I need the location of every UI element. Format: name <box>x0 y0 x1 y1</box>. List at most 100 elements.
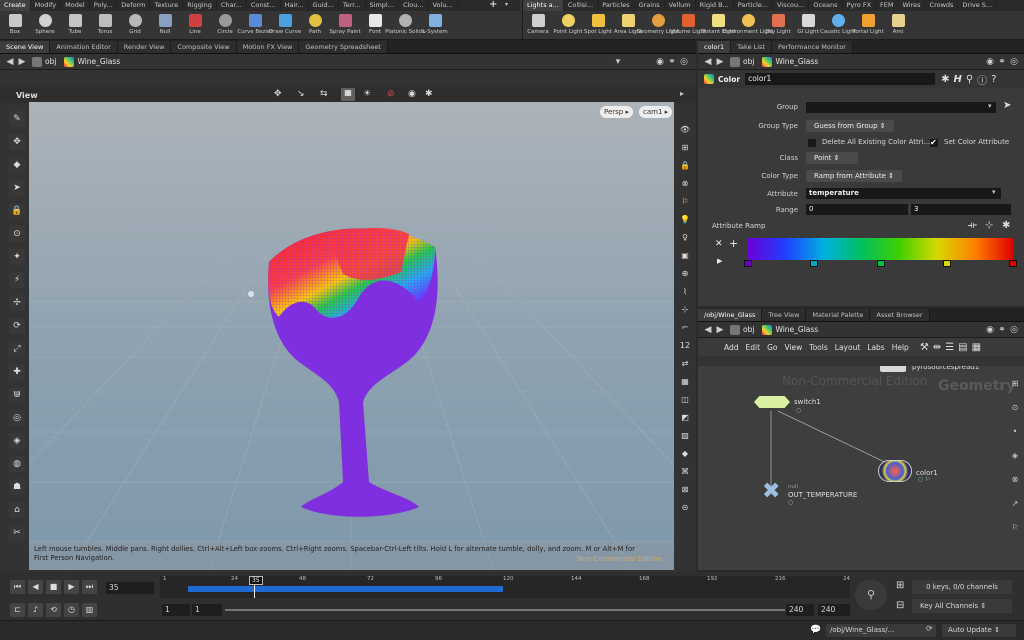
current-frame-field[interactable]: 35 <box>106 582 154 594</box>
shelf-tab-10[interactable]: Guid... <box>309 0 339 11</box>
ramp-add-key-icon[interactable]: + <box>729 237 738 250</box>
key-all-channels-menu[interactable]: Key All Channels ⇕ <box>912 599 1012 613</box>
globe-icon[interactable]: ◍ <box>9 456 25 472</box>
group-field[interactable] <box>806 102 996 113</box>
shelf-tool-environment-light[interactable]: Environment Light <box>723 11 773 40</box>
shape-icon[interactable]: ◆ <box>678 447 692 461</box>
camera-menu[interactable]: cam1 ▸ <box>639 106 673 118</box>
network-menu-tools[interactable]: Tools <box>809 343 827 352</box>
net-tag-icon[interactable]: ⚐ <box>1009 522 1021 534</box>
shelf-menu-chevron-icon[interactable]: ▾ <box>505 1 515 11</box>
shelf-tool-gi-light[interactable]: GI Light <box>793 11 823 40</box>
range-end-field[interactable]: 240 <box>786 604 814 616</box>
end-frame-field[interactable]: 240 <box>818 604 850 616</box>
shelf-tab-13[interactable]: Drive S... <box>958 0 998 11</box>
add-shelf-tab-icon[interactable]: + <box>489 0 499 11</box>
light-toggle-icon[interactable]: ⚐ <box>678 195 692 209</box>
clip-icon[interactable]: ✂ <box>9 525 25 541</box>
delete-color-attrib-checkbox[interactable] <box>808 139 816 147</box>
node-gear-icon[interactable]: ✱ <box>941 74 949 85</box>
split-icon[interactable]: ⊠ <box>678 483 692 497</box>
box-display-icon[interactable]: ▣ <box>678 249 692 263</box>
pane-tab-4[interactable]: Motion FX View <box>236 41 300 53</box>
network-menu-layout[interactable]: Layout <box>835 343 861 352</box>
play-reverse-icon[interactable]: ◀ <box>28 580 43 594</box>
snap-icon[interactable]: ↘ <box>297 89 305 99</box>
stop-icon[interactable]: ■ <box>46 580 61 594</box>
shelf-tab-3[interactable]: Grains <box>635 0 665 11</box>
knot-icon[interactable]: ⌘ <box>678 465 692 479</box>
shelf-tool-sky-light[interactable]: Sky Light <box>763 11 793 40</box>
network-menu-view[interactable]: View <box>784 343 802 352</box>
class-menu[interactable]: Point ⇕ <box>806 152 858 164</box>
shelf-tab-9[interactable]: Hair... <box>281 0 309 11</box>
param-pin-icon[interactable]: ◉ <box>984 56 996 68</box>
jump-start-icon[interactable]: ⏮ <box>10 580 25 594</box>
keys-channel-icon[interactable]: ⊞ <box>896 580 904 591</box>
pane-tab-3[interactable]: Composite View <box>171 41 237 53</box>
cube-display-icon[interactable]: ◩ <box>678 411 692 425</box>
pane-tab-2[interactable]: Material Palette <box>806 309 871 321</box>
3d-viewport[interactable]: Persp ▸ cam1 ▸ Left mouse tumbles. Middl… <box>29 102 674 570</box>
network-link-icon[interactable]: ⚭ <box>996 324 1008 336</box>
network-menu-labs[interactable]: Labs <box>867 343 884 352</box>
link-icon[interactable]: ⚭ <box>666 56 678 68</box>
path-dropdown-icon[interactable]: ▾ <box>612 56 624 68</box>
net-grid-icon[interactable]: ⊞ <box>1009 378 1021 390</box>
network-forward-arrow-icon[interactable]: ▶ <box>714 324 726 336</box>
color-ramp[interactable] <box>748 238 1013 260</box>
pin-icon[interactable]: ◉ <box>654 56 666 68</box>
shelf-tab-11[interactable]: Wires <box>899 0 926 11</box>
shelf-tool-path[interactable]: Path <box>300 11 330 40</box>
camera-tool-icon[interactable]: ⊙ <box>9 226 25 242</box>
shelf-tab-6[interactable]: Particle... <box>734 0 773 11</box>
rotate-icon[interactable]: ⟳ <box>9 318 25 334</box>
shelf-tool-platonic-solids[interactable]: Platonic Solids <box>385 11 425 40</box>
pointer-icon[interactable]: ➤ <box>9 180 25 196</box>
shelf-tab-2[interactable]: Particles <box>598 0 635 11</box>
primitive-icon[interactable]: ◈ <box>9 433 25 449</box>
auto-update-menu[interactable]: Auto Update ⇕ <box>942 624 1016 637</box>
brush-icon[interactable]: ✦ <box>9 249 25 265</box>
param-options-icon[interactable]: ◎ <box>1008 56 1020 68</box>
ramp-remove-key-icon[interactable]: ✕ <box>715 239 723 249</box>
real-time-icon[interactable]: ⊏ <box>10 603 25 617</box>
timeline-scrubber[interactable]: 1 24 48 72 96 120 144 168 192 216 24 35 <box>160 576 850 598</box>
corner-icon[interactable]: ◫ <box>678 393 692 407</box>
ramp-settings-icon[interactable]: ✱ <box>1002 220 1010 231</box>
shelf-tool-null[interactable]: Null <box>150 11 180 40</box>
shelf-tool-curve-bezier[interactable]: Curve Bezier <box>237 11 273 40</box>
camera-select-icon[interactable]: ✥ <box>274 89 282 99</box>
param-crumb-obj[interactable]: obj <box>726 56 758 67</box>
ramp-key-2[interactable] <box>876 260 885 267</box>
net-lock-icon[interactable]: ⊙ <box>1009 402 1021 414</box>
status-chat-icon[interactable]: 💬 <box>810 625 821 635</box>
back-arrow-icon[interactable]: ◀ <box>4 56 16 68</box>
no-render-icon[interactable]: ⊘ <box>387 89 395 99</box>
shelf-tool-spray-paint[interactable]: Spray Paint <box>329 11 361 40</box>
color-palette-icon[interactable]: ▦ <box>972 342 981 353</box>
shelf-tab-0[interactable]: Create <box>0 0 31 11</box>
shelf-tool-grid[interactable]: Grid <box>120 11 150 40</box>
start-frame-field[interactable]: 1 <box>162 604 190 616</box>
shelf-tool-volume-light[interactable]: Volume Light <box>670 11 706 40</box>
color1-node[interactable] <box>878 460 912 482</box>
tumble-icon[interactable]: ⇆ <box>320 89 328 99</box>
ramp-expand-icon[interactable]: ▶ <box>717 257 722 265</box>
group-select-arrow-icon[interactable]: ➤ <box>1003 100 1011 111</box>
shelf-tool-geometry-light[interactable]: Geometry Light <box>637 11 679 40</box>
shelf-tab-2[interactable]: Model <box>61 0 90 11</box>
pane-tab-1[interactable]: Take List <box>731 41 772 53</box>
shelf-tool-distant-light[interactable]: Distant Light <box>700 11 736 40</box>
pane-tab-1[interactable]: Animation Editor <box>50 41 118 53</box>
render-display-icon[interactable]: ▦ <box>678 375 692 389</box>
shelf-tab-14[interactable]: Volu... <box>429 0 458 11</box>
pane-tab-1[interactable]: Tree View <box>762 309 807 321</box>
network-crumb-wine-glass[interactable]: Wine_Glass <box>758 324 822 335</box>
node-info-icon[interactable]: ⓘ <box>977 72 987 87</box>
network-pin-icon[interactable]: ◉ <box>984 324 996 336</box>
shelf-tab-13[interactable]: Clou... <box>399 0 429 11</box>
range-start-field[interactable]: 1 <box>192 604 222 616</box>
play-forward-icon[interactable]: ▶ <box>64 580 79 594</box>
pane-tab-0[interactable]: color1 <box>698 41 732 53</box>
